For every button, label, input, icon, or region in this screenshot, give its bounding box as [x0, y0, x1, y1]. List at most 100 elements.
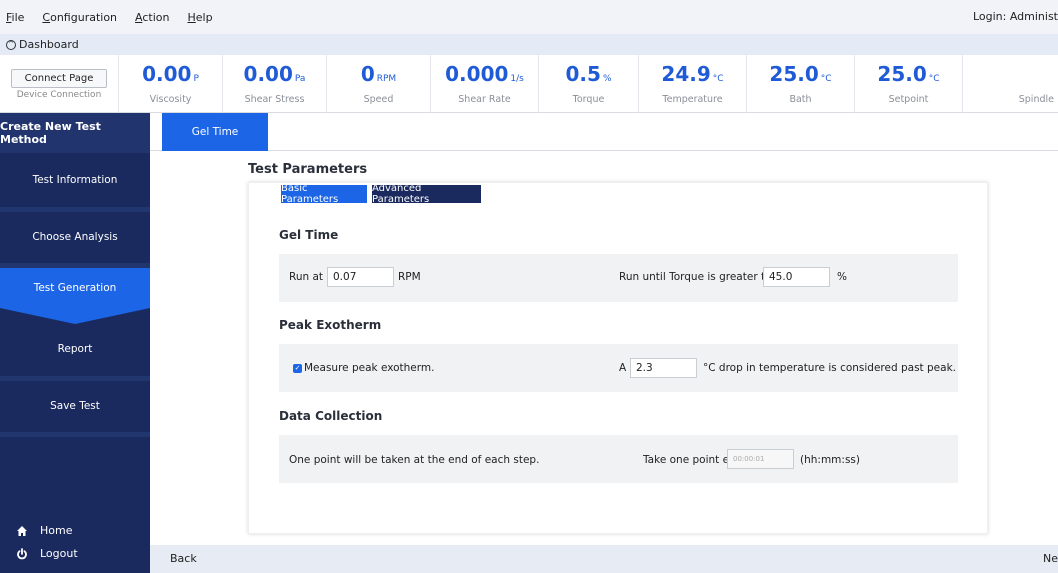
sidebar-item-report[interactable]: Report — [0, 324, 150, 374]
viscosity-label: Viscosity — [149, 94, 192, 105]
menu-help-rest: elp — [195, 10, 213, 24]
sidebar-separator — [0, 432, 150, 437]
menu-action-rest: ction — [142, 10, 170, 24]
shear-rate-unit: 1/s — [510, 74, 524, 84]
device-connection-label: Device Connection — [16, 89, 102, 100]
analysis-tab-strip: Gel Time — [150, 113, 1058, 151]
setpoint-label: Setpoint — [888, 94, 929, 105]
sidebar-item-label: Save Test — [50, 400, 100, 412]
power-icon — [14, 547, 30, 560]
readings-strip: Connect Page Device Connection 0.00 P Vis… — [0, 55, 1058, 113]
sidebar-header: Create New Test Method — [0, 113, 150, 153]
torque-threshold-unit: % — [837, 271, 847, 283]
gel-time-title: Gel Time — [279, 228, 339, 242]
menu-help-hotkey: H — [187, 10, 196, 24]
next-button[interactable]: Ne — [1043, 545, 1058, 573]
spindle-label: Spindle — [1018, 94, 1054, 105]
reading-viscosity: 0.00 P Viscosity — [118, 55, 222, 113]
bath-value: 25.0 — [769, 62, 819, 86]
setpoint-value: 25.0 — [877, 62, 927, 86]
reading-shear-stress: 0.00 Pa Shear Stress — [222, 55, 326, 113]
viscosity-value: 0.00 — [142, 62, 192, 86]
temperature-value: 24.9 — [661, 62, 711, 86]
run-at-label: Run at — [289, 271, 324, 283]
tab-gel-time[interactable]: Gel Time — [162, 113, 268, 151]
sidebar-item-test-generation[interactable]: Test Generation — [0, 268, 150, 308]
torque-label: Torque — [572, 94, 605, 105]
menu-configuration-rest: onfiguration — [50, 10, 118, 24]
speed-unit: RPM — [376, 74, 397, 84]
run-at-unit: RPM — [398, 271, 421, 283]
menu-file-rest: ile — [11, 10, 25, 24]
menu-configuration[interactable]: Configuration — [33, 11, 126, 24]
active-step-arrow — [0, 308, 150, 324]
bath-unit: °C — [820, 74, 832, 84]
back-button[interactable]: Back — [170, 545, 197, 573]
collapse-icon: ^ — [6, 39, 16, 50]
run-at-input[interactable]: 0.07 — [327, 267, 394, 287]
sidebar: Create New Test Method Test Information … — [0, 113, 150, 573]
menu-configuration-hotkey: C — [42, 10, 51, 24]
viscosity-unit: P — [193, 74, 199, 84]
data-collection-title: Data Collection — [279, 409, 383, 423]
shear-rate-value: 0.000 — [445, 62, 509, 86]
speed-value: 0 — [360, 62, 375, 86]
peak-exotherm-title: Peak Exotherm — [279, 318, 382, 332]
reading-spindle: Spindle — [962, 55, 1058, 113]
interval-input[interactable]: 00:00:01 — [727, 449, 794, 469]
menu-help[interactable]: Help — [179, 11, 222, 24]
login-status: Login: Administ — [972, 10, 1058, 23]
home-icon — [14, 525, 30, 537]
reading-torque: 0.5% Torque — [538, 55, 638, 113]
bath-label: Bath — [789, 94, 812, 105]
sidebar-item-choose-analysis[interactable]: Choose Analysis — [0, 212, 150, 262]
data-collection-note: One point will be taken at the end of ea… — [289, 454, 540, 466]
torque-threshold-input[interactable]: 45.0 — [763, 267, 830, 287]
reading-value: 0.00 P — [142, 63, 199, 90]
dashboard-toggle[interactable]: ^ Dashboard — [0, 34, 1058, 55]
temperature-label: Temperature — [662, 94, 723, 105]
setpoint-unit: °C — [928, 74, 940, 84]
home-link[interactable]: Home — [14, 524, 72, 537]
sidebar-item-label: Report — [57, 343, 93, 355]
speed-label: Speed — [363, 94, 394, 105]
connect-page-button[interactable]: Connect Page — [11, 68, 107, 88]
drop-prefix: A — [619, 362, 627, 374]
measure-peak-checkbox[interactable]: ✓ — [293, 364, 302, 373]
drop-suffix: °C drop in temperature is considered pas… — [703, 362, 956, 374]
reading-value: 0.000 1/s — [445, 63, 524, 90]
tab-basic-parameters[interactable]: Basic Parameters — [281, 183, 367, 205]
torque-threshold-label: Run until Torque is greater than — [619, 271, 785, 283]
shear-rate-label: Shear Rate — [458, 94, 511, 105]
reading-setpoint: 25.0 °C Setpoint — [854, 55, 962, 113]
reading-value: 25.0 °C — [769, 63, 831, 90]
measure-peak-label: Measure peak exotherm. — [304, 362, 435, 374]
tab-advanced-parameters[interactable]: Advanced Parameters — [372, 183, 481, 205]
logout-label: Logout — [40, 547, 78, 560]
sidebar-item-label: Test Generation — [33, 282, 117, 294]
reading-value — [1052, 63, 1054, 90]
reading-temperature: 24.9 °C Temperature — [638, 55, 746, 113]
sidebar-item-label: Choose Analysis — [32, 231, 118, 243]
reading-value: 0.00 Pa — [244, 63, 306, 90]
reading-shear-rate: 0.000 1/s Shear Rate — [430, 55, 538, 113]
reading-value: 25.0 °C — [877, 63, 939, 90]
shear-stress-label: Shear Stress — [244, 94, 305, 105]
menu-bar: File Configuration Action Help Login: Ad… — [0, 0, 1058, 34]
torque-value: 0.5 — [565, 62, 601, 86]
reading-value: 24.9 °C — [661, 63, 723, 90]
menu-file[interactable]: File — [0, 11, 33, 24]
reading-value: 0 RPM — [361, 63, 396, 90]
connect-panel: Connect Page Device Connection — [0, 55, 118, 113]
sidebar-item-save-test[interactable]: Save Test — [0, 381, 150, 431]
temperature-unit: °C — [712, 74, 724, 84]
home-label: Home — [40, 524, 73, 537]
shear-stress-value: 0.00 — [243, 62, 293, 86]
menu-action[interactable]: Action — [126, 11, 178, 24]
temperature-drop-input[interactable]: 2.3 — [630, 358, 697, 378]
sidebar-item-test-information[interactable]: Test Information — [0, 155, 150, 205]
logout-link[interactable]: Logout — [14, 547, 78, 560]
reading-value: 0.5% — [566, 63, 612, 90]
reading-bath: 25.0 °C Bath — [746, 55, 854, 113]
torque-unit: % — [602, 74, 612, 84]
